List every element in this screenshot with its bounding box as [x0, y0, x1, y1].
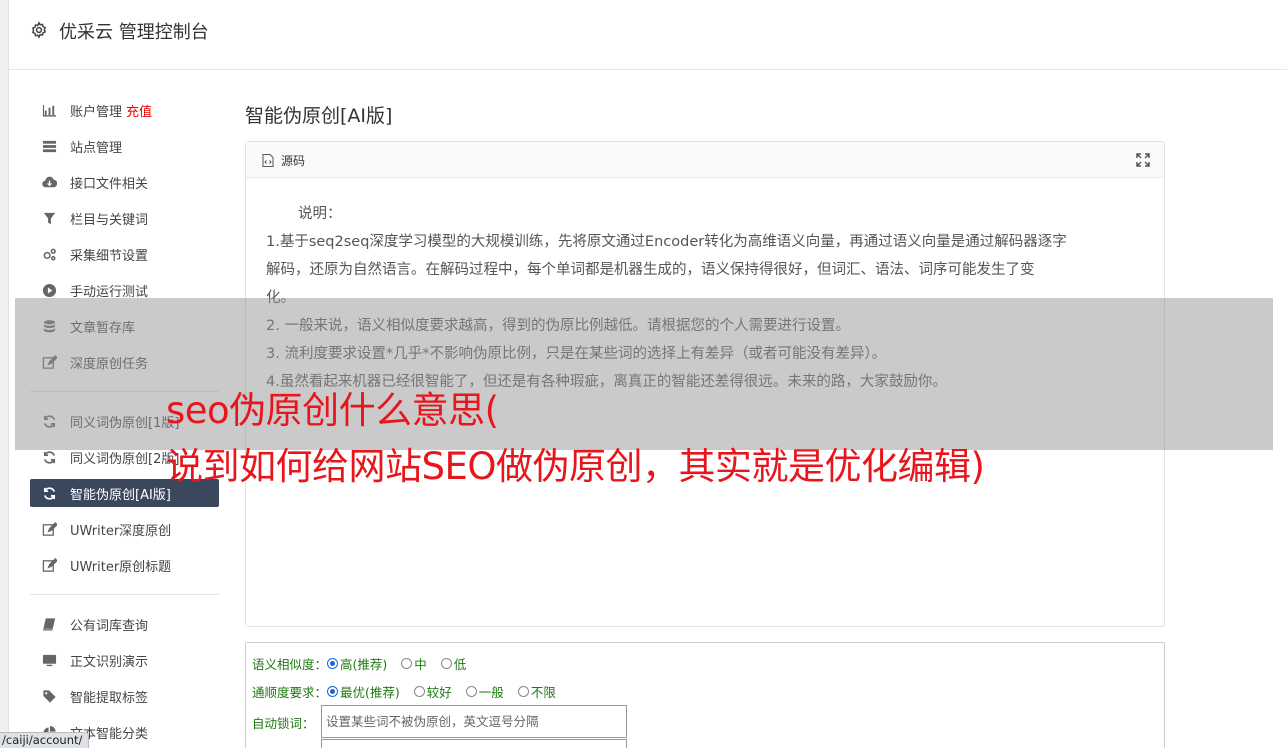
fluency-row: 通顺度要求： 最优(推荐) 较好 一般 不限: [252, 682, 570, 701]
sidebar-item-label: 正文识别演示: [70, 654, 149, 670]
edit-icon: [40, 557, 58, 573]
fluency-label: 通顺度要求：: [252, 685, 328, 700]
similarity-label: 语义相似度：: [252, 657, 328, 672]
radio-label: 高(推荐): [340, 657, 388, 672]
refresh-icon: [40, 485, 58, 501]
sidebar-item-label: 手动运行测试: [70, 284, 149, 300]
sidebar-item-label: 接口文件相关: [70, 176, 149, 192]
lock-words-input[interactable]: [321, 705, 627, 738]
instruction-line: 1.基于seq2seq深度学习模型的大规模训练，先将原文通过Encoder转化为…: [266, 234, 1067, 250]
cloud-download-icon: [40, 174, 58, 190]
sidebar-item-uwriter-title[interactable]: UWriter原创标题: [30, 547, 219, 583]
sidebar-item-label: 栏目与关键词: [70, 212, 149, 228]
sidebar-item-uwriter-deep[interactable]: UWriter深度原创: [30, 511, 219, 547]
page-title: 智能伪原创[AI版]: [245, 105, 393, 127]
console-title: 优采云 管理控制台: [59, 22, 209, 43]
sidebar-item-sites[interactable]: 站点管理: [30, 128, 219, 164]
sidebar-item-label: 站点管理: [70, 140, 123, 156]
sidebar-item-extract-tags[interactable]: 智能提取标签: [30, 678, 219, 714]
book-icon: [40, 616, 58, 632]
sidebar-item-label: UWriter深度原创: [70, 523, 172, 539]
gear-icon: [31, 21, 47, 39]
similarity-low-radio[interactable]: 低: [440, 654, 467, 673]
recharge-link[interactable]: 充值: [126, 101, 152, 120]
source-button[interactable]: 源码: [281, 152, 305, 169]
lock-words-label: 自动锁词：: [252, 716, 315, 731]
refresh-icon: [40, 449, 58, 465]
code-file-icon: [262, 154, 274, 167]
secondary-input[interactable]: [321, 739, 627, 748]
sidebar-item-interface-files[interactable]: 接口文件相关: [30, 164, 219, 200]
radio-label: 中: [414, 657, 427, 672]
sidebar-item-label: 同义词伪原创[2版]: [70, 451, 180, 467]
radio-dot[interactable]: [327, 686, 339, 697]
radio-label: 不限: [530, 685, 556, 700]
instructions-heading: 说明：: [298, 206, 342, 222]
radio-dot[interactable]: [517, 686, 529, 697]
monitor-icon: [40, 652, 58, 668]
lock-row: 自动锁词：: [252, 713, 315, 732]
headline-line: 说到如何给网站SEO做伪原创，其实就是优化编辑): [166, 445, 985, 488]
gears-icon: [40, 246, 58, 262]
play-icon: [40, 282, 58, 298]
article-headline: seo伪原创什么意思( 说到如何给网站SEO做伪原创，其实就是优化编辑): [166, 383, 985, 495]
similarity-medium-radio[interactable]: 中: [401, 654, 427, 673]
radio-dot[interactable]: [413, 686, 425, 697]
sidebar-item-label: 智能伪原创[AI版]: [70, 487, 171, 503]
fullscreen-icon[interactable]: [1136, 153, 1150, 167]
sidebar-item-label: UWriter原创标题: [70, 559, 172, 575]
edit-icon: [40, 521, 58, 537]
similarity-row: 语义相似度： 高(推荐) 中 低: [252, 654, 480, 673]
radio-dot[interactable]: [440, 658, 452, 669]
instruction-line: 解码，还原为自然语言。在解码过程中，每个单词都是机器生成的，语义保持得很好，但词…: [266, 262, 1035, 278]
radio-dot[interactable]: [327, 658, 339, 669]
filter-icon: [40, 210, 58, 226]
sidebar-item-collect-settings[interactable]: 采集细节设置: [30, 236, 219, 272]
radio-label: 一般: [478, 685, 504, 700]
sidebar-item-account[interactable]: 账户管理 充值: [30, 92, 219, 128]
options-form: 语义相似度： 高(推荐) 中 低 通顺度要求： 最优(推荐) 较好 一般 不限 …: [245, 642, 1165, 748]
radio-label: 较好: [426, 685, 452, 700]
fluency-normal-radio[interactable]: 一般: [465, 682, 504, 701]
sidebar-item-columns-keywords[interactable]: 栏目与关键词: [30, 200, 219, 236]
panel-header: 源码: [246, 142, 1164, 178]
headline-line: seo伪原创什么意思(: [166, 389, 499, 432]
radio-label: 低: [453, 657, 467, 672]
sidebar-divider: [30, 594, 219, 595]
server-icon: [40, 138, 58, 154]
sidebar-item-label: 公有词库查询: [70, 618, 149, 634]
fluency-good-radio[interactable]: 较好: [413, 682, 452, 701]
sidebar-item-label: 采集细节设置: [70, 248, 149, 264]
top-bar: 优采云 管理控制台: [9, 0, 1287, 70]
bar-chart-icon: [40, 102, 58, 118]
sidebar-item-public-thesaurus[interactable]: 公有词库查询: [30, 606, 219, 642]
similarity-high-radio[interactable]: 高(推荐): [327, 654, 387, 673]
fluency-any-radio[interactable]: 不限: [517, 682, 556, 701]
fluency-best-radio[interactable]: 最优(推荐): [327, 682, 400, 701]
sidebar-item-label: 智能提取标签: [70, 690, 149, 706]
radio-label: 最优(推荐): [340, 685, 400, 700]
sidebar-item-text-recognition[interactable]: 正文识别演示: [30, 642, 219, 678]
radio-dot[interactable]: [465, 686, 477, 697]
tag-icon: [40, 688, 58, 704]
radio-dot[interactable]: [401, 658, 413, 669]
sidebar-item-label: 账户管理: [70, 104, 123, 120]
status-url-bar: /caiji/account/: [0, 732, 90, 748]
